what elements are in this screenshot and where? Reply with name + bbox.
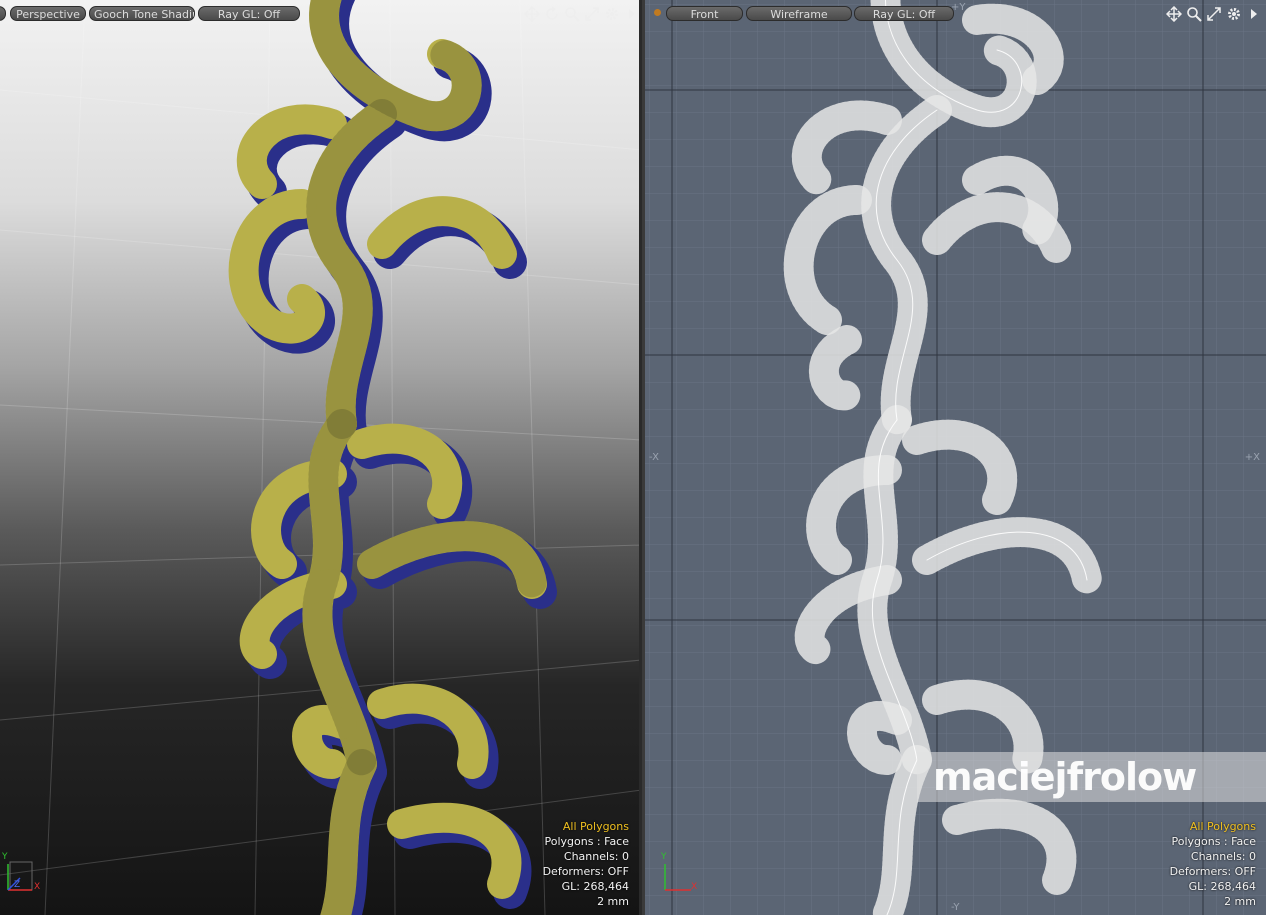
stat-all-polygons[interactable]: All Polygons [1170,819,1256,834]
move-icon[interactable] [523,5,541,23]
ray-gl-button[interactable]: Ray GL: Off [198,6,300,21]
axis-gizmo: Y Z X [2,852,41,896]
left-viewport-tools [523,5,639,23]
fit-icon[interactable] [1206,6,1222,22]
perspective-view-button[interactable]: Perspective [10,6,86,21]
expand-arrow-icon[interactable] [624,6,639,22]
axis-x-label: X [34,882,41,892]
fit-icon[interactable] [584,6,600,22]
left-menu-stub-button[interactable] [0,6,6,21]
perspective-viewport[interactable]: Perspective Gooch Tone Shadin... Ray GL:… [0,0,642,915]
settings-icon[interactable] [1226,6,1242,22]
axis-y-label: Y [2,852,8,862]
stat-polygons-mode: Polygons : Face [544,835,629,848]
stat-channels: Channels: 0 [1190,850,1256,863]
axis-z-label: Z [14,880,21,890]
edge-label-pos-x: +X [1244,452,1260,463]
viewport-bullet [654,9,661,16]
zoom-icon[interactable] [564,6,580,22]
stat-grid-unit: 2 mm [597,895,629,908]
stat-gl-count: GL: 268,464 [561,880,629,893]
edge-label-neg-y: -Y [951,902,960,913]
rotate-icon[interactable] [544,6,560,22]
expand-arrow-icon[interactable] [1246,6,1262,22]
stat-deformers: Deformers: OFF [542,865,629,878]
watermark-logo: maciejfrolow [917,752,1266,802]
axis-x-label: X [691,882,698,892]
front-view-button[interactable]: Front [666,6,743,21]
left-viewport-stats: All Polygons Polygons : Face Channels: 0… [543,819,629,909]
settings-icon[interactable] [604,6,620,22]
mesh-shadow [234,0,557,915]
stat-gl-count: GL: 268,464 [1188,880,1256,893]
edge-label-neg-x: -X [649,452,659,463]
stat-deformers: Deformers: OFF [1169,865,1256,878]
axis-y-label: Y [661,852,667,862]
ray-gl-button[interactable]: Ray GL: Off [854,6,954,21]
right-viewport-tools [1165,5,1262,23]
move-icon[interactable] [1165,5,1183,23]
axis-gizmo: Y X [659,852,699,896]
right-viewport-stats: All Polygons Polygons : Face Channels: 0… [1170,819,1256,909]
wireframe-mode-button[interactable]: Wireframe [746,6,852,21]
watermark-text: maciejfrolow [933,755,1197,799]
shading-mode-button[interactable]: Gooch Tone Shadin... [89,6,195,21]
front-viewport[interactable]: Front Wireframe Ray GL: Off -X +X +Y -Y … [645,0,1266,915]
stat-channels: Channels: 0 [563,850,629,863]
stat-all-polygons[interactable]: All Polygons [543,819,629,834]
stat-grid-unit: 2 mm [1224,895,1256,908]
stat-polygons-mode: Polygons : Face [1171,835,1256,848]
zoom-icon[interactable] [1186,6,1202,22]
perspective-grid [0,0,639,915]
